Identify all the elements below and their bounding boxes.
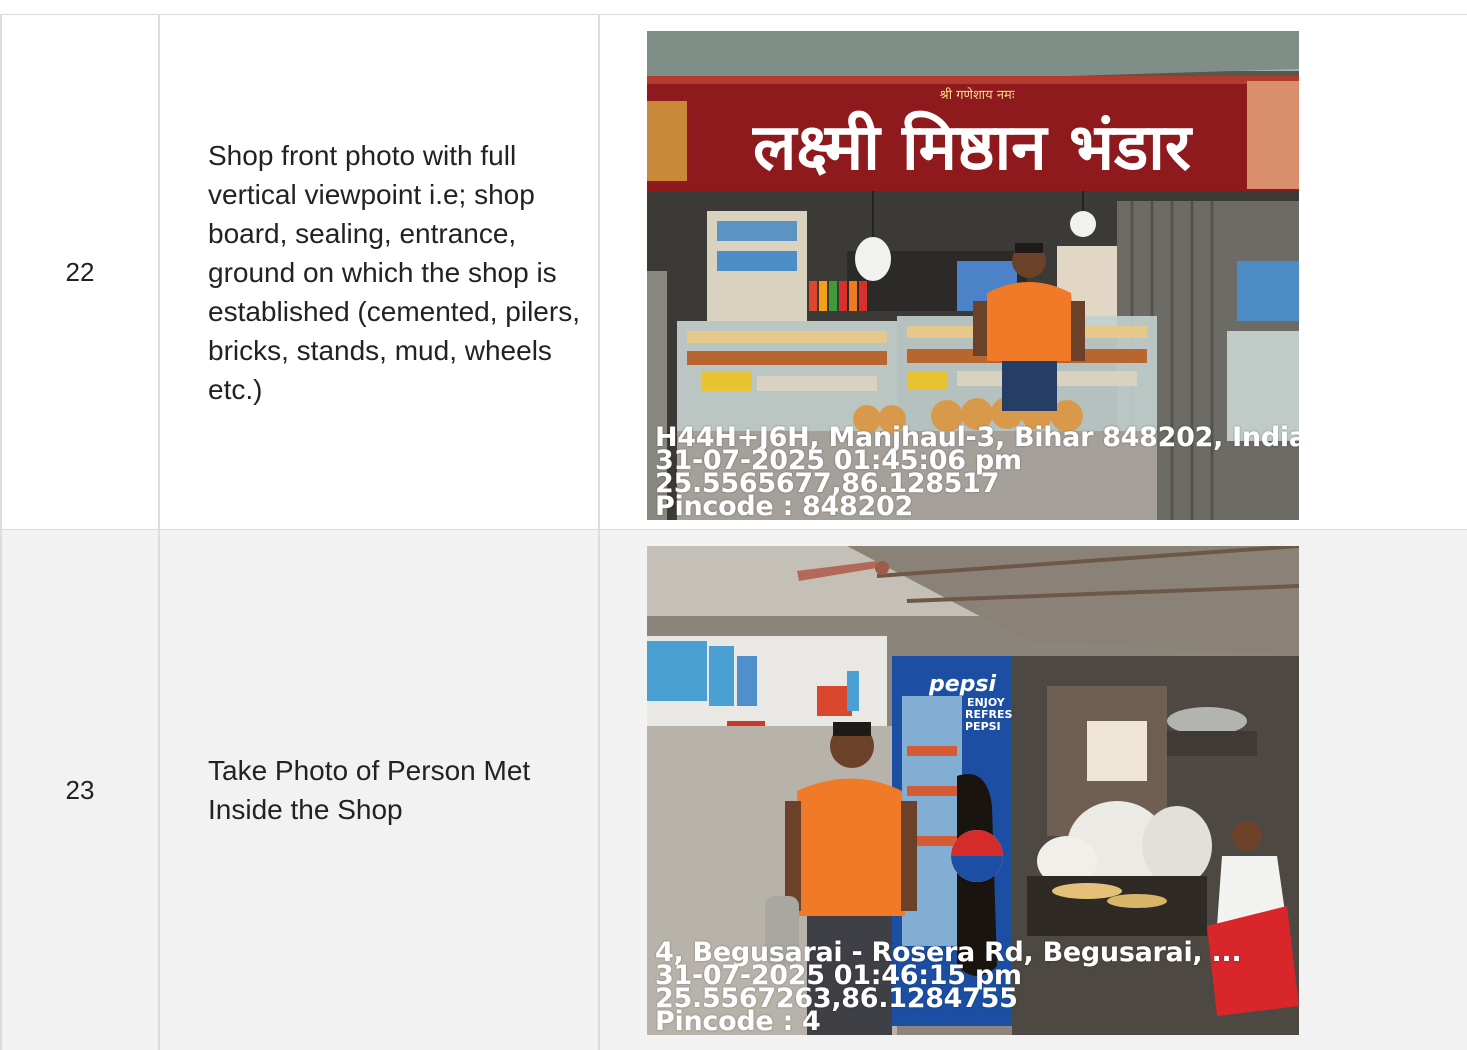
table-row: 22 Shop front photo with full vertical v… <box>0 15 1467 530</box>
geotag-overlay: 4, Begusarai - Rosera Rd, Begusarai, ...… <box>655 939 1242 1035</box>
row-number: 23 <box>0 530 158 1050</box>
geotag-overlay: H44H+J6H, Manjhaul-3, Bihar 848202, Indi… <box>655 424 1299 520</box>
row-number: 22 <box>0 15 158 529</box>
person-inside-shop-photo: pepsi ENJOY REFRESHING PEPSI 4, Begusara… <box>647 546 1299 1035</box>
shop-front-photo: श्री गणेशाय नमः लक्ष्मी मिष्ठान भंडार H4… <box>647 31 1299 520</box>
fridge-brand-text: pepsi <box>928 672 997 697</box>
row-description: Take Photo of Person Met Inside the Shop <box>158 530 598 1050</box>
shop-sign-text: लक्ष्मी मिष्ठान भंडार <box>752 110 1194 185</box>
photo-verification-table: 22 Shop front photo with full vertical v… <box>0 14 1467 1050</box>
photo-cell: श्री गणेशाय नमः लक्ष्मी मिष्ठान भंडार H4… <box>598 15 1467 529</box>
photo-cell: pepsi ENJOY REFRESHING PEPSI 4, Begusara… <box>598 530 1467 1050</box>
fridge-slogan-line-3: PEPSI <box>965 720 1001 733</box>
table-row: 23 Take Photo of Person Met Inside the S… <box>0 530 1467 1050</box>
sign-blessing-text: श्री गणेशाय नमः <box>940 87 1015 103</box>
row-description: Shop front photo with full vertical view… <box>158 15 598 529</box>
